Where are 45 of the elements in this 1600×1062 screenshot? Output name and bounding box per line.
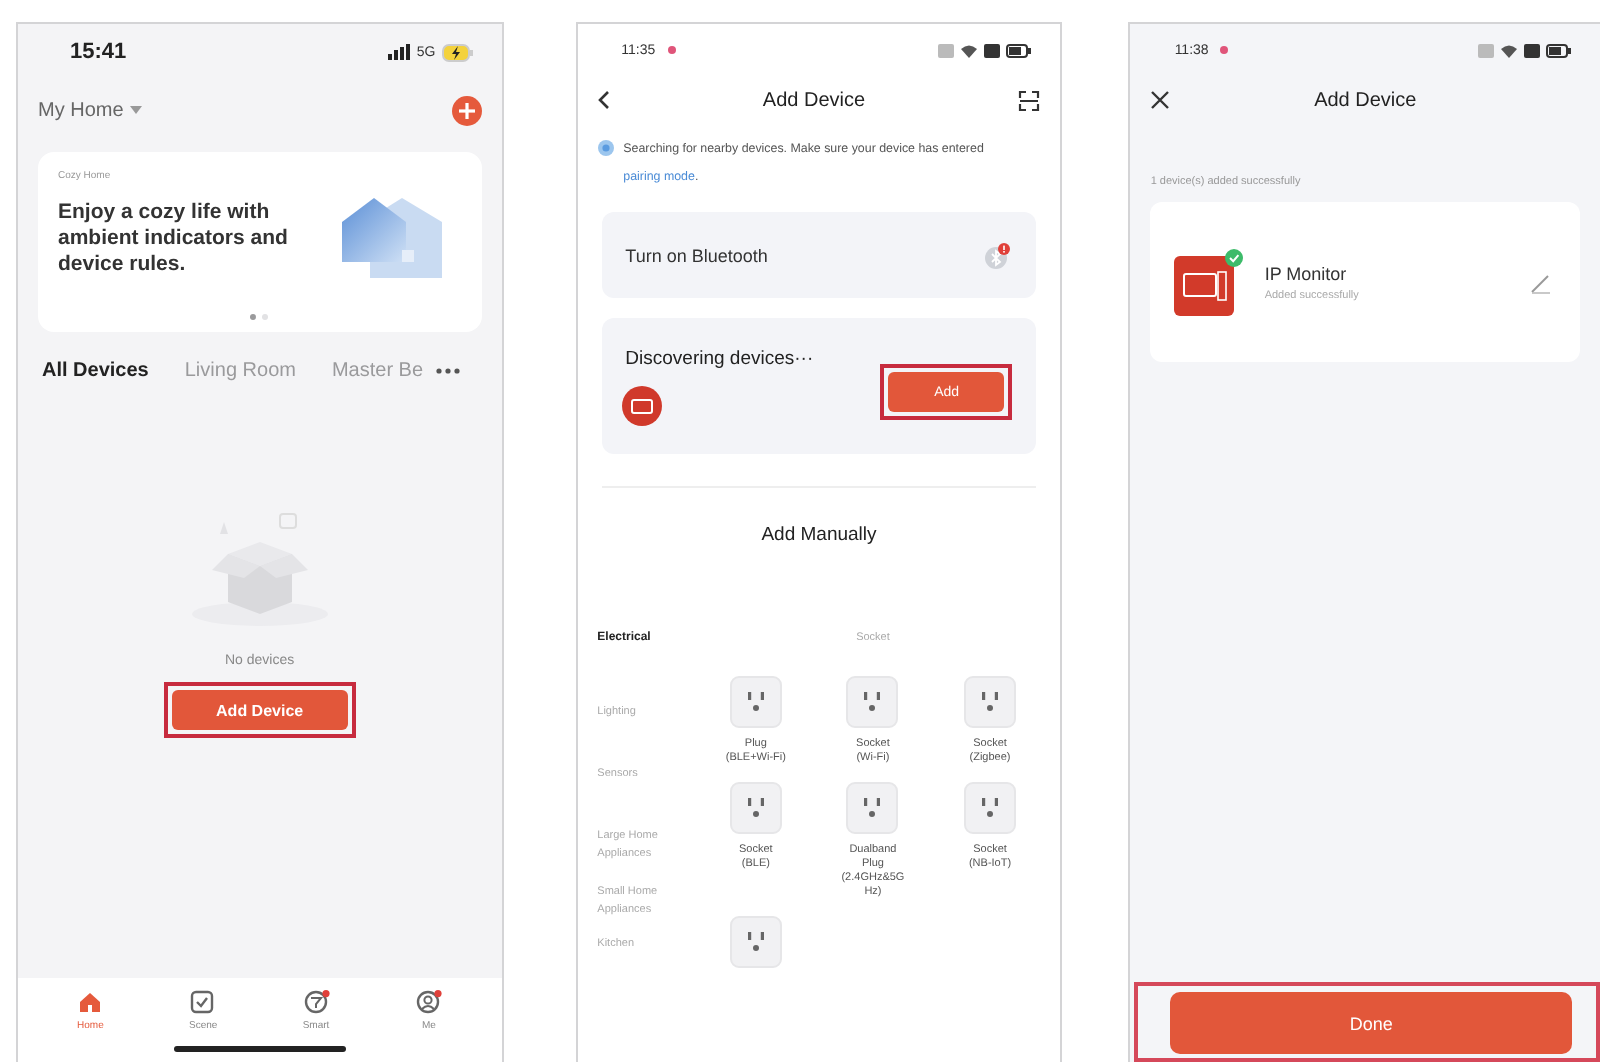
pencil-icon[interactable] xyxy=(1529,271,1552,293)
section-title: Add Manually xyxy=(759,524,879,546)
room-tab[interactable]: All Devices xyxy=(42,360,149,382)
notification-dot-icon xyxy=(667,46,676,54)
socket-icon xyxy=(729,782,782,834)
more-icon[interactable] xyxy=(435,368,460,374)
searching-icon xyxy=(597,140,614,156)
bluetooth-label: Turn on Bluetooth xyxy=(625,245,768,265)
profile-icon xyxy=(415,990,442,1014)
monitor-device-icon xyxy=(621,385,662,425)
status-time: 15:41 xyxy=(70,40,127,64)
room-tab[interactable]: Living Room xyxy=(184,360,296,382)
bluetooth-card[interactable]: Turn on Bluetooth xyxy=(601,212,1037,298)
socket-icon xyxy=(846,676,899,728)
room-tab[interactable]: Master Be xyxy=(331,360,424,382)
home-selector[interactable]: My Home xyxy=(38,99,142,121)
done-button[interactable]: Done xyxy=(1170,992,1572,1054)
back-icon[interactable] xyxy=(597,90,610,110)
banner-headline: Enjoy a cozy life with ambient indicators and device rules. xyxy=(58,200,290,278)
discovery-label: Discovering devices··· xyxy=(625,347,814,369)
caret-down-icon xyxy=(129,106,142,114)
empty-box-illustration-icon xyxy=(187,510,332,626)
signal-icon xyxy=(388,44,411,60)
socket-icon xyxy=(964,676,1017,728)
close-icon[interactable] xyxy=(1150,90,1171,110)
socket-icon[interactable] xyxy=(729,916,782,968)
add-device-button[interactable]: Add Device xyxy=(171,690,348,730)
battery-icon xyxy=(1545,43,1572,57)
wifi-icon xyxy=(1499,43,1518,57)
socket-icon xyxy=(729,676,782,728)
screen-title: Add Device xyxy=(1312,89,1419,111)
checkbox-icon xyxy=(190,990,217,1014)
charging-battery-icon xyxy=(441,43,474,61)
device-name: IP Monitor xyxy=(1264,263,1349,283)
add-icon[interactable] xyxy=(451,95,482,125)
battery-icon xyxy=(1006,43,1033,57)
notification-dot-icon xyxy=(1220,46,1229,54)
filter-circle-icon xyxy=(303,990,330,1014)
socket-icon xyxy=(846,782,899,834)
wifi-icon xyxy=(960,43,979,57)
page-indicator-dot[interactable] xyxy=(250,314,257,320)
socket-icon xyxy=(964,782,1017,834)
screen-title: Add Device xyxy=(760,89,868,111)
scan-icon[interactable] xyxy=(1018,89,1041,111)
home-icon xyxy=(77,990,104,1014)
